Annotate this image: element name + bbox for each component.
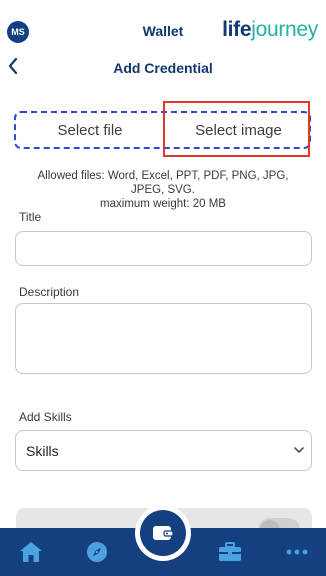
skills-select[interactable]: Skills	[15, 430, 312, 471]
chevron-down-icon	[294, 447, 304, 453]
nav-wallet-button[interactable]	[140, 510, 186, 556]
allowed-files-line1: Allowed files: Word, Excel, PPT, PDF, PN…	[37, 170, 289, 182]
top-bar: MS Wallet lifejourney	[0, 0, 326, 60]
select-file-button[interactable]: Select file	[16, 113, 164, 147]
wallet-icon	[153, 526, 174, 540]
skills-select-value: Skills	[26, 443, 59, 459]
title-label: Title	[19, 210, 42, 224]
page-title: Add Credential	[113, 60, 213, 76]
brand-logo-part2: journey	[251, 18, 318, 41]
nav-more[interactable]	[280, 528, 314, 576]
brand-logo-part1: life	[222, 18, 252, 41]
nav-home[interactable]	[12, 528, 50, 576]
briefcase-icon	[219, 542, 241, 561]
skills-label: Add Skills	[19, 410, 72, 424]
more-icon	[286, 549, 308, 555]
title-input[interactable]	[15, 231, 312, 266]
nav-portfolio[interactable]	[212, 528, 248, 576]
allowed-files-line2: JPEG, SVG.	[131, 184, 195, 196]
brand-logo: lifejourney	[222, 18, 318, 42]
max-weight-text: maximum weight: 20 MB	[100, 198, 226, 210]
select-image-highlight	[163, 101, 310, 157]
nav-explore[interactable]	[80, 528, 114, 576]
home-icon	[20, 542, 42, 562]
compass-icon	[87, 542, 107, 562]
allowed-files-info: Allowed files: Word, Excel, PPT, PDF, PN…	[0, 169, 326, 211]
description-textarea[interactable]	[15, 303, 312, 374]
description-label: Description	[19, 285, 80, 299]
